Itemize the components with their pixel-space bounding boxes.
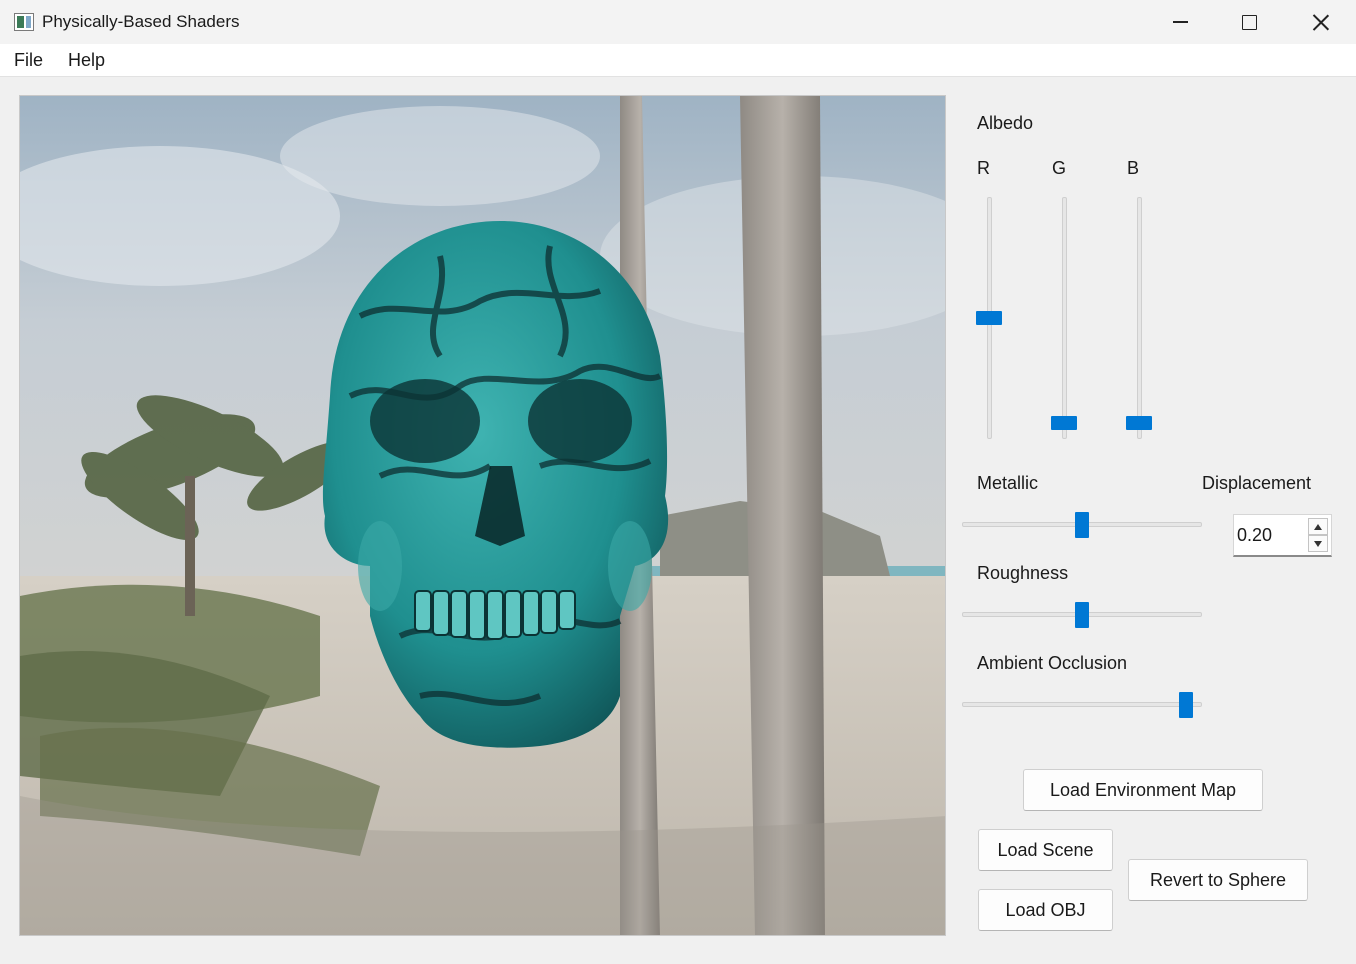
menu-file[interactable]: File bbox=[14, 50, 43, 71]
albedo-label: Albedo bbox=[977, 113, 1034, 133]
slider-handle[interactable] bbox=[1178, 692, 1193, 718]
render-viewport[interactable] bbox=[19, 95, 946, 936]
menu-bar: File Help bbox=[0, 44, 1356, 77]
slider-handle[interactable] bbox=[1126, 415, 1152, 430]
ambient-occlusion-slider[interactable] bbox=[962, 692, 1202, 718]
displacement-value[interactable]: 0.20 bbox=[1237, 525, 1272, 546]
roughness-slider[interactable] bbox=[962, 602, 1202, 628]
window-title: Physically-Based Shaders bbox=[42, 12, 240, 31]
arrow-down-icon bbox=[1314, 540, 1322, 547]
minimize-icon bbox=[1172, 21, 1188, 23]
albedo-b-slider[interactable] bbox=[1126, 197, 1152, 439]
slider-handle[interactable] bbox=[1075, 512, 1089, 538]
close-button[interactable] bbox=[1285, 0, 1355, 44]
metallic-label: Metallic bbox=[977, 473, 1039, 493]
maximize-icon bbox=[1241, 14, 1257, 30]
app-window: Physically-Based Shaders File Help Albed… bbox=[0, 0, 1356, 964]
slider-track bbox=[962, 702, 1202, 707]
albedo-r-slider[interactable] bbox=[976, 197, 1002, 439]
minimize-button[interactable] bbox=[1145, 0, 1215, 44]
maximize-button[interactable] bbox=[1214, 0, 1284, 44]
slider-track bbox=[1137, 197, 1142, 439]
slider-track bbox=[1062, 197, 1067, 439]
ambient-occlusion-label: Ambient Occlusion bbox=[977, 653, 1128, 673]
load-scene-button[interactable]: Load Scene bbox=[978, 829, 1113, 871]
app-window-icon bbox=[14, 13, 34, 31]
menu-help[interactable]: Help bbox=[68, 50, 105, 71]
slider-handle[interactable] bbox=[1051, 415, 1077, 430]
slider-handle[interactable] bbox=[976, 311, 1002, 325]
slider-handle[interactable] bbox=[1075, 602, 1089, 628]
albedo-g-label: G bbox=[1052, 158, 1067, 178]
displacement-label: Displacement bbox=[1202, 473, 1312, 493]
revert-to-sphere-button[interactable]: Revert to Sphere bbox=[1128, 859, 1308, 901]
close-icon bbox=[1312, 14, 1329, 31]
load-obj-button[interactable]: Load OBJ bbox=[978, 889, 1113, 931]
spin-up-button[interactable] bbox=[1308, 518, 1328, 535]
spin-down-button[interactable] bbox=[1308, 535, 1328, 552]
albedo-r-label: R bbox=[977, 158, 990, 178]
albedo-g-slider[interactable] bbox=[1051, 197, 1077, 439]
albedo-b-label: B bbox=[1127, 158, 1140, 178]
metallic-slider[interactable] bbox=[962, 512, 1202, 538]
title-bar[interactable]: Physically-Based Shaders bbox=[0, 0, 1356, 44]
roughness-label: Roughness bbox=[977, 563, 1069, 583]
arrow-up-icon bbox=[1314, 523, 1322, 530]
scene-render bbox=[20, 96, 945, 935]
displacement-spinbox[interactable]: 0.20 bbox=[1233, 514, 1332, 557]
load-environment-map-button[interactable]: Load Environment Map bbox=[1023, 769, 1263, 811]
